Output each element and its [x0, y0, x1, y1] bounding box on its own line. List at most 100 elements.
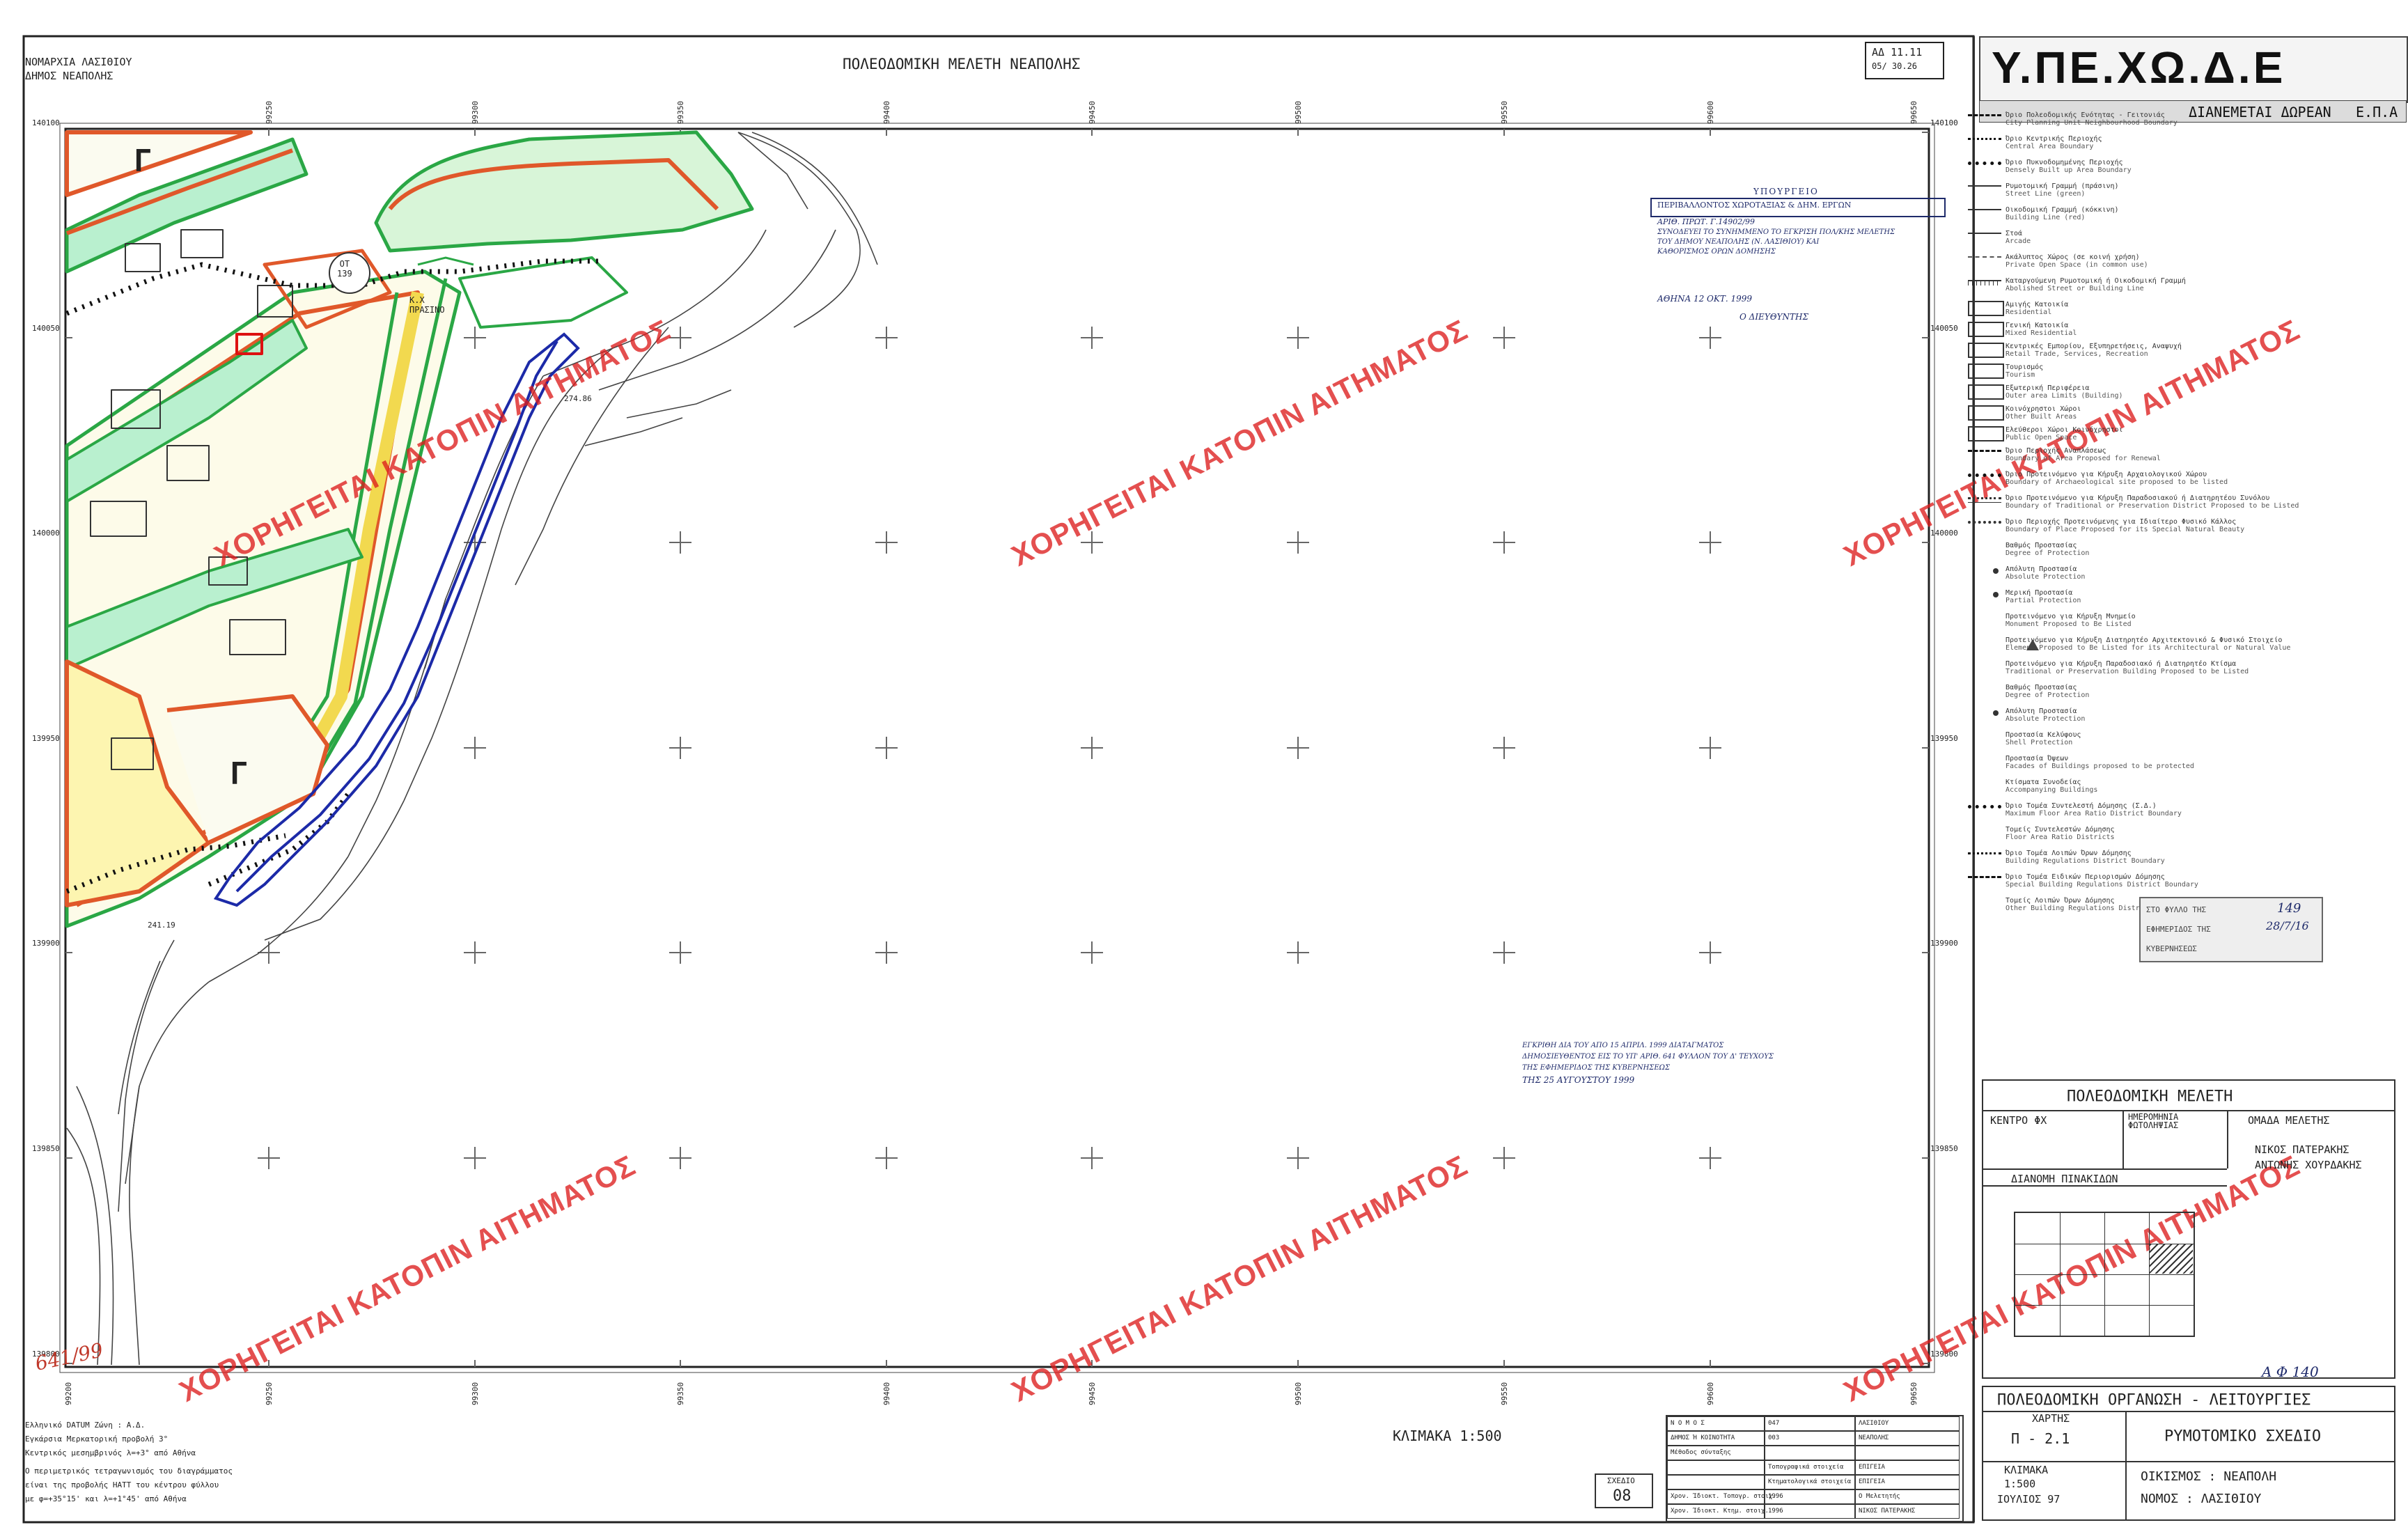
stamp-handnote: 28/7/16 — [2266, 919, 2309, 932]
legend-label: Όριο Προτεινόμενο για Κήρυξη Παραδοσιακο… — [2006, 494, 2270, 502]
legend-item: Οικοδομική Γραμμή (κόκκινη) Building Line… — [2006, 206, 2119, 221]
legend-item: Όριο Προτεινόμενο για Κήρυξη Παραδοσιακο… — [2006, 494, 2299, 510]
legend-label: Όριο Τομέα Λοιπών Όρων Δόμησης — [2006, 850, 2132, 857]
legend-label: Τομείς Λοιπών Όρων Δόμησης — [2006, 897, 2115, 905]
legend-label: Απόλυτη Προστασία — [2006, 707, 2077, 715]
legend-label: Καταργούμενη Ρυμοτομική ή Οικοδομική Γρα… — [2006, 277, 2186, 285]
ot-circle: ΟΤ 139 — [329, 252, 370, 294]
team-member: ΝΙΚΟΣ ΠΑΤΕΡΑΚΗΣ — [2255, 1143, 2350, 1156]
team-label: ΟΜΑΔΑ ΜΕΛΕΤΗΣ — [2248, 1114, 2330, 1127]
legend-label: Γενική Κατοικία — [2006, 322, 2069, 329]
legend-label-en: Outer area Limits (Building) — [2006, 392, 2123, 400]
info-table-cell: 047 — [1765, 1416, 1855, 1431]
photo-date-label: ΗΜΕΡΟΜΗΝΙΑ ΦΩΤΟΛΗΨΙΑΣ — [2128, 1112, 2179, 1130]
info-table-text: 003 — [1768, 1434, 1780, 1441]
header-ref-bottom: 05/ 30.26 — [1872, 61, 1918, 71]
info-table-cell: ΔΗΜΟΣ Ή ΚΟΙΝΟΤΗΤΑ — [1667, 1431, 1765, 1446]
legend-item: Όριο Τομέα Λοιπών Όρων Δόμησης Building R… — [2006, 850, 2165, 865]
info-table-cell: Χρον. Ίδιοκτ. Τοπογρ. στοιχ. — [1667, 1489, 1776, 1504]
legend-symbol — [1968, 450, 2001, 462]
legend-label: Προστασία Κελύφους — [2006, 731, 2081, 739]
info-table-cell — [1855, 1446, 1960, 1460]
grid-x-label: 99400 — [882, 100, 891, 124]
header-ref-box: ΑΔ 11.11 05/ 30.26 — [1865, 42, 1944, 79]
sheet-number: 08 — [1613, 1487, 1632, 1505]
info-table-cell: Μέθοδος σύνταξης — [1667, 1446, 1765, 1460]
ministry-stamp: ΥΠΟΥΡΓΕΙΟ ΠΕΡΙΒΑΛΛΟΝΤΟΣ ΧΩΡΟΤΑΞΙΑΣ & ΔΗΜ… — [1649, 187, 2011, 326]
stamp-line: ΣΥΝΟΔΕΥΕΙ ΤΟ ΣΥΝΗΜΜΕΝΟ ΤΟ ΕΓΚΡΙΣΗ ΠΟΛ/ΚΗ… — [1657, 228, 1895, 236]
legend-symbol — [1968, 405, 2004, 421]
legend-item: Όριο Τομέα Ειδικών Περιορισμών Δόμησης Sp… — [2006, 873, 2198, 889]
current-sheet-hatch — [2150, 1244, 2193, 1274]
logo-subtitle-right: Ε.Π.Α — [2356, 104, 2398, 120]
org-title: ΠΟΛΕΟΔΟΜΙΚΗ ΟΡΓΑΝΩΣΗ - ΛΕΙΤΟΥΡΓΙΕΣ — [1997, 1391, 2311, 1409]
stamp-line: ΚΥΒΕΡΝΗΣΕΩΣ — [2146, 944, 2197, 953]
grid-y-label: 140100 — [32, 118, 60, 127]
info-table-cell — [1667, 1475, 1765, 1489]
block-top-mid — [374, 130, 754, 253]
legend-symbol — [1968, 474, 2001, 487]
urban-blocks — [65, 130, 754, 928]
legend-symbol — [1968, 829, 2001, 838]
legend-item: Κοινόχρηστοι Χώροι Other Built Areas — [2006, 405, 2081, 421]
legend-label-en: City Planning Unit Neighbourhood Boundar… — [2006, 119, 2178, 127]
distribution-label: ΔΙΑΝΟΜΗ ΠΙΝΑΚΙΔΩΝ — [2011, 1173, 2118, 1185]
legend-label: Τουρισμός — [2006, 363, 2044, 371]
sheet-label: ΣΧΕΔΙΟ — [1607, 1476, 1635, 1485]
legend-label: Προτεινόμενο για Κήρυξη Παραδοσιακό ή Δι… — [2006, 660, 2237, 668]
legend-label-en: Other Built Areas — [2006, 413, 2077, 421]
legend-label-en: Absolute Protection — [2006, 715, 2086, 723]
datum-line: είναι της προβολής HATT του κέντρου φύλλ… — [25, 1480, 219, 1489]
grid-y-label: 140050 — [32, 324, 60, 333]
legend-label-en: Facades of Buildings proposed to be prot… — [2006, 762, 2194, 770]
info-table-cell: 003 — [1765, 1431, 1855, 1446]
legend-item: Προτεινόμενο για Κήρυξη Μνημείο Monument … — [2006, 613, 2136, 628]
legend-item: Γενική Κατοικία Mixed Residential — [2006, 322, 2077, 337]
legend-item: Αμιγής Κατοικία Residential — [2006, 301, 2068, 316]
date-value: ΙΟΥΛΙΟΣ 97 — [1997, 1493, 2061, 1506]
legend-label: Στοά — [2006, 230, 2023, 237]
info-table-cell: Ο Μελετητής — [1855, 1489, 1960, 1504]
legend-item: Καταργούμενη Ρυμοτομική ή Οικοδομική Γρα… — [2006, 277, 2186, 292]
legend-symbol — [1968, 521, 2001, 533]
stamp-handnote: 149 — [2277, 901, 2301, 916]
grid-corner-label: 99200 — [64, 1382, 73, 1405]
legend-item: Τομείς Συντελεστών Δόμησης Floor Area Rat… — [2006, 826, 2115, 841]
center-label: ΚΕΝΤΡΟ ΦΧ — [1990, 1114, 2047, 1127]
legend-label: Όριο Περιοχής Αναπλάσεως — [2006, 447, 2106, 455]
legend-item: Κεντρικές Εμπορίου, Εξυπηρετήσεις, Αναψυ… — [2006, 343, 2182, 358]
legend-label-en: Retail Trade, Services, Recreation — [2006, 350, 2148, 358]
legend-label-en: Absolute Protection — [2006, 573, 2086, 581]
info-table-text: 1996 — [1768, 1493, 1783, 1500]
stamp-sign: Ο ΔΙΕΥΘΥΝΤΗΣ — [1739, 312, 1808, 322]
legend-symbol — [1968, 663, 2001, 673]
stamp-line: ΥΠΟΥΡΓΕΙΟ — [1753, 187, 1819, 196]
legend-symbol — [1993, 568, 1999, 574]
stamp-line: ΤΗΣ 25 ΑΥΓΟΥΣΤΟΥ 1999 — [1522, 1075, 1635, 1085]
gazette-stamp: ΣΤΟ ΦΥΛΛΟ ΤΗΣ ΕΦΗΜΕΡΙΔΟΣ ΤΗΣ ΚΥΒΕΡΝΗΣΕΩΣ… — [2139, 897, 2323, 962]
legend-item: Βαθμός Προστασίας Degree of Protection — [2006, 542, 2089, 557]
legend-symbol — [1968, 343, 2004, 358]
map-code: Π - 2.1 — [2011, 1430, 2070, 1447]
divider — [1983, 1185, 2227, 1187]
legend-label: Αμιγής Κατοικία — [2006, 301, 2069, 308]
stamp-line: ΕΓΚΡΙΘΗ ΔΙΑ ΤΟΥ ΑΠΟ 15 ΑΠΡΙΛ. 1999 ΔΙΑΤΑ… — [1522, 1042, 1724, 1049]
info-table-text: ΛΑΣΙΘΙΟΥ — [1859, 1420, 1889, 1427]
header-ref-top: ΑΔ 11.11 — [1872, 46, 1923, 58]
grid-x-label: 99250 — [265, 100, 274, 124]
legend-label: Κεντρικές Εμπορίου, Εξυπηρετήσεις, Αναψυ… — [2006, 343, 2182, 350]
grid-y-label: 139950 — [32, 734, 60, 743]
stamp-line: ΚΑΘΟΡΙΣΜΟΣ ΟΡΩΝ ΔΟΜΗΣΗΣ — [1657, 248, 1776, 256]
legend-label: Προτεινόμενο για Κήρυξη Διατηρητέο Αρχιτ… — [2006, 636, 2283, 644]
info-table-text: ΔΗΜΟΣ Ή ΚΟΙΝΟΤΗΤΑ — [1671, 1434, 1735, 1441]
legend-item: Τουρισμός Tourism — [2006, 363, 2043, 379]
legend-item: Τομείς Λοιπών Όρων Δόμησης Other Building… — [2006, 897, 2157, 912]
legend-item: Όριο Περιοχής Αναπλάσεως Boundary of Area… — [2006, 447, 2161, 462]
legend-item: Στοά Arcade — [2006, 230, 2031, 245]
ministry-logo: Υ.ΠΕ.ΧΩ.Δ.Ε — [1979, 36, 2408, 103]
building-footprint — [125, 243, 161, 272]
legend-label-en: Degree of Protection — [2006, 549, 2090, 557]
legend-symbol — [1968, 162, 2001, 175]
legend-symbol — [1968, 876, 2001, 888]
legend-item: Όριο Προτεινόμενο για Κήρυξη Αρχαιολογικ… — [2006, 471, 2228, 486]
